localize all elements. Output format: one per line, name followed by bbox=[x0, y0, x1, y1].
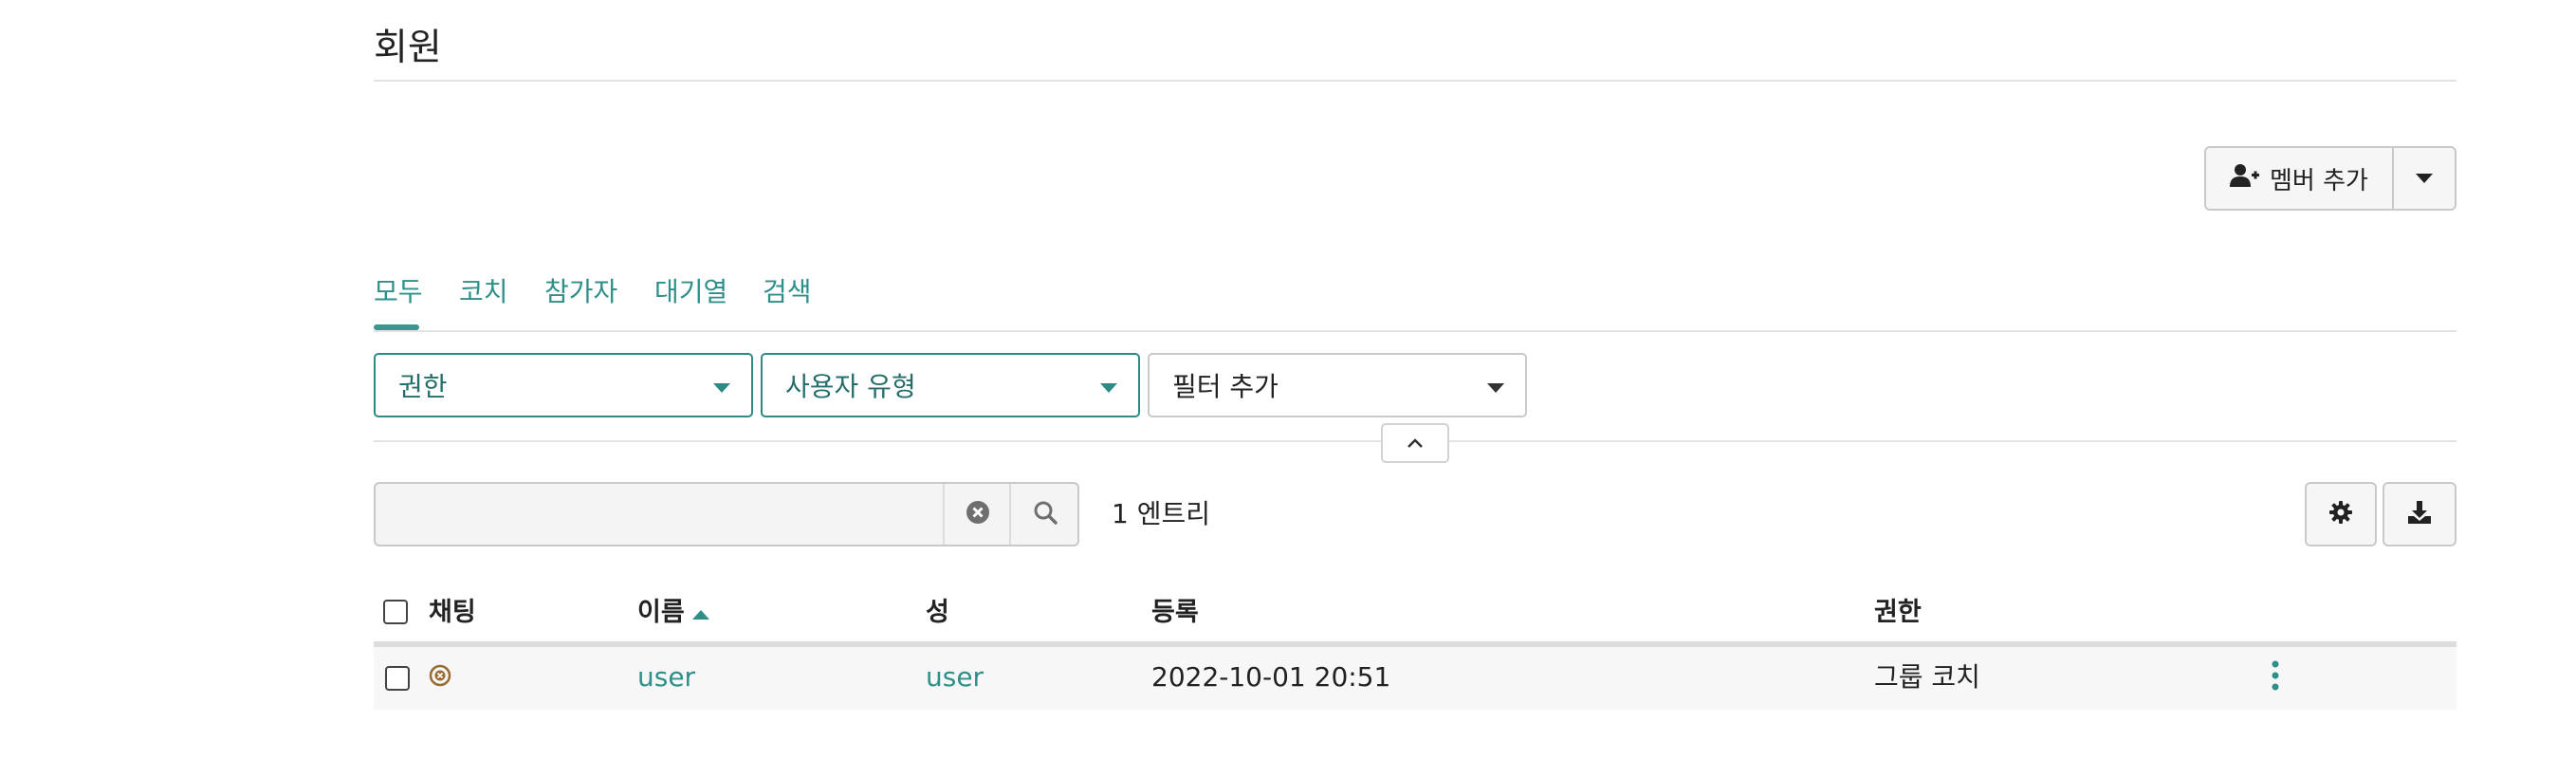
row-checkbox[interactable] bbox=[385, 666, 410, 691]
add-user-icon bbox=[2230, 163, 2260, 194]
search-input[interactable] bbox=[376, 484, 943, 545]
column-header-first-name-label: 이름 bbox=[637, 598, 685, 627]
column-header-last-name[interactable]: 성 bbox=[926, 594, 949, 632]
tab-coaches[interactable]: 코치 bbox=[459, 271, 508, 313]
sort-asc-icon bbox=[691, 594, 709, 632]
page-title: 회원 bbox=[374, 27, 442, 69]
column-header-chat[interactable]: 채팅 bbox=[429, 594, 476, 632]
clear-icon bbox=[966, 500, 990, 528]
tab-search[interactable]: 검색 bbox=[763, 271, 812, 313]
search-icon bbox=[1033, 500, 1058, 528]
tab-waiting-list[interactable]: 대기열 bbox=[654, 271, 727, 313]
caret-down-icon bbox=[2416, 170, 2433, 188]
select-all-checkbox[interactable] bbox=[383, 600, 408, 624]
tab-all[interactable]: 모두 bbox=[374, 271, 423, 313]
filter-user-type-label: 사용자 유형 bbox=[785, 371, 916, 402]
download-button[interactable] bbox=[2383, 482, 2456, 546]
search-button[interactable] bbox=[1009, 484, 1079, 545]
table-settings-button[interactable] bbox=[2305, 482, 2377, 546]
chevron-up-icon bbox=[1407, 435, 1424, 453]
more-vertical-icon bbox=[2272, 660, 2279, 694]
title-divider bbox=[374, 80, 2456, 82]
column-header-role[interactable]: 권한 bbox=[1874, 594, 1922, 632]
role-value: 그룹 코치 bbox=[1874, 661, 1980, 693]
caret-down-icon bbox=[713, 383, 730, 393]
column-header-registered[interactable]: 등록 bbox=[1151, 594, 1199, 632]
caret-down-icon bbox=[1487, 383, 1504, 393]
filter-user-type[interactable]: 사용자 유형 bbox=[761, 353, 1140, 417]
search-box bbox=[374, 482, 1079, 546]
add-member-label: 멤버 추가 bbox=[2270, 166, 2368, 195]
tabs-divider bbox=[374, 330, 2456, 332]
column-header-first-name[interactable]: 이름 bbox=[637, 594, 709, 632]
first-name-link[interactable]: user bbox=[637, 658, 695, 696]
registered-date: 2022-10-01 20:51 bbox=[1151, 661, 1391, 693]
filter-role-label: 권한 bbox=[398, 371, 448, 402]
download-icon bbox=[2406, 499, 2433, 529]
tab-participants[interactable]: 참가자 bbox=[544, 271, 617, 313]
add-filter-label: 필터 추가 bbox=[1172, 371, 1279, 402]
last-name-link[interactable]: user bbox=[926, 658, 984, 696]
collapse-filters-button[interactable] bbox=[1381, 423, 1449, 463]
add-member-button[interactable]: 멤버 추가 bbox=[2204, 146, 2394, 211]
filter-role[interactable]: 권한 bbox=[374, 353, 753, 417]
active-tab-indicator bbox=[374, 324, 419, 330]
gear-icon bbox=[2328, 500, 2353, 528]
add-member-dropdown-button[interactable] bbox=[2392, 146, 2456, 211]
clear-search-button[interactable] bbox=[943, 484, 1011, 545]
caret-down-icon bbox=[1100, 383, 1117, 393]
entry-count: 1 엔트리 bbox=[1112, 498, 1210, 529]
row-actions-button[interactable] bbox=[2267, 658, 2284, 696]
add-filter-select[interactable]: 필터 추가 bbox=[1148, 353, 1527, 417]
chat-status-icon bbox=[429, 664, 451, 691]
